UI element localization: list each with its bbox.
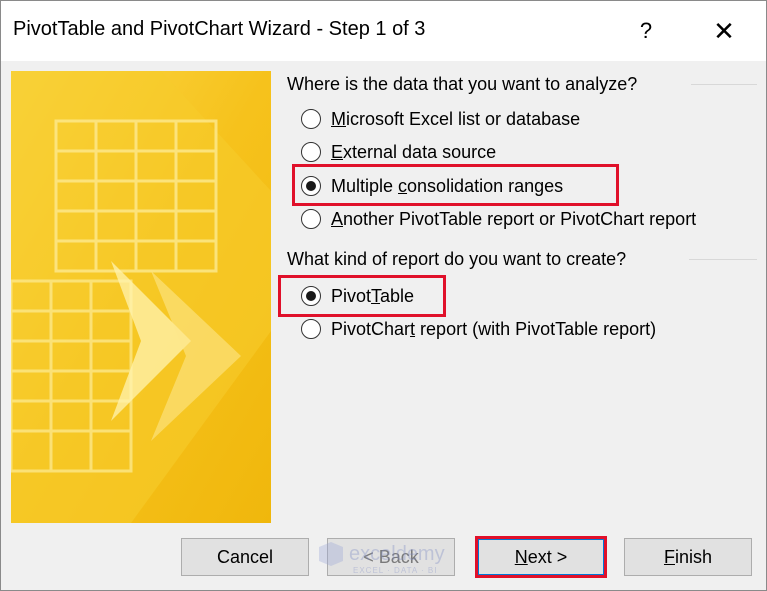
finish-button-label: Finish [663,546,713,567]
radio-button[interactable] [301,319,321,339]
radio-excel-list[interactable]: Microsoft Excel list or database [301,106,580,132]
radio-pivottable[interactable]: PivotTable [301,283,414,309]
radio-label: Microsoft Excel list or database [331,108,581,129]
pivot-wizard-dialog: PivotTable and PivotChart Wizard - Step … [0,0,767,591]
radio-external-source[interactable]: External data source [301,139,496,165]
radio-label: PivotTable [331,285,415,306]
radio-button[interactable] [301,209,321,229]
wizard-banner-image [11,71,271,523]
radio-label: Another PivotTable report or PivotChart … [331,208,697,229]
radio-multiple-consolidation[interactable]: Multiple consolidation ranges [301,173,563,199]
cancel-button[interactable]: Cancel [181,538,309,576]
title-bar: PivotTable and PivotChart Wizard - Step … [1,1,766,61]
group-divider [691,84,757,85]
radio-label: External data source [331,141,497,162]
radio-button-selected[interactable] [301,286,321,306]
radio-another-pivot[interactable]: Another PivotTable report or PivotChart … [301,206,696,232]
data-source-group-label: Where is the data that you want to analy… [287,73,638,94]
back-button[interactable]: < Back [327,538,455,576]
next-button-label: Next > [514,546,568,567]
radio-button-selected[interactable] [301,176,321,196]
help-button[interactable]: ? [623,9,669,53]
finish-button[interactable]: Finish [624,538,752,576]
radio-button[interactable] [301,109,321,129]
group-divider [689,259,757,260]
report-kind-group-label: What kind of report do you want to creat… [287,248,627,269]
radio-pivotchart[interactable]: PivotChart report (with PivotTable repor… [301,316,656,342]
radio-label: PivotChart report (with PivotTable repor… [331,318,657,339]
window-title: PivotTable and PivotChart Wizard - Step … [13,18,426,40]
next-button[interactable]: Next > [477,538,605,576]
radio-button[interactable] [301,142,321,162]
radio-label: Multiple consolidation ranges [331,175,564,196]
close-button[interactable]: ✕ [701,9,747,53]
